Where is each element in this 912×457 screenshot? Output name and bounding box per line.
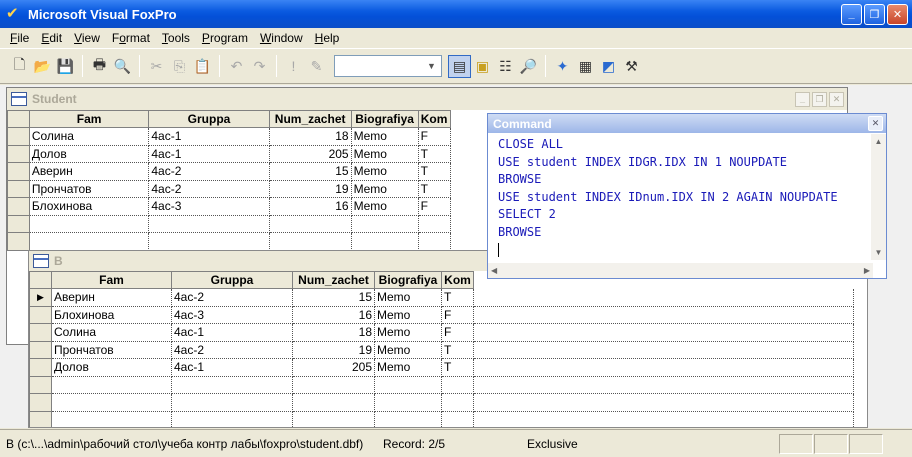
student-window-title: Student [32,92,77,106]
chevron-down-icon[interactable]: ▼ [424,58,439,74]
close-icon[interactable]: ✕ [868,116,883,131]
horizontal-scrollbar[interactable]: ◀ ▶ [488,263,873,278]
command-line: BROWSE [498,224,542,239]
command-window-title-bar[interactable]: Command ✕ [488,114,886,133]
column-header-kom[interactable]: Kom [417,110,451,128]
text-caret [498,243,499,258]
table-row[interactable]: Блохинова 4ас-3 16 Memo F [29,306,854,324]
command-line: BROWSE [498,172,542,187]
menu-tools[interactable]: Tools [156,31,196,45]
menu-view[interactable]: View [68,31,106,45]
command-line: CLOSE ALL [498,137,564,151]
table-row[interactable]: Прончатов 4ас-2 19 Memo T [29,341,854,359]
undo-icon[interactable]: ↶ [225,55,248,78]
status-bar: B (c:\...\admin\рабочий стол\учеба контр… [0,429,912,457]
status-path: B (c:\...\admin\рабочий стол\учеба контр… [6,436,364,451]
status-panel [849,433,883,454]
report-icon[interactable]: ▦ [574,55,597,78]
column-header-gruppa[interactable]: Gruppa [148,110,270,128]
column-header-biografiya[interactable]: Biografiya [350,110,419,128]
column-header-fam[interactable]: Fam [28,110,150,128]
command-line: SELECT 2 [498,207,556,222]
view-window-icon[interactable]: ▣ [471,55,494,78]
command-editor[interactable]: CLOSE ALL USE student INDEX IDGR.IDX IN 1… [498,136,872,258]
paste-icon[interactable]: 📋 [191,55,214,78]
table-row[interactable]: Солина 4ас-1 18 Memo F [29,323,854,342]
command-line: USE student INDEX IDGR.IDX IN 1 NOUPDATE [498,154,787,169]
column-header-num-zachet[interactable]: Num_zachet [292,271,375,289]
status-panel [814,433,848,454]
database-combo[interactable]: ▼ [334,55,442,77]
close-icon[interactable]: ✕ [829,91,844,107]
b-grid[interactable]: Fam Gruppa Num_zachet Biografiya Kom ▶ Ав… [29,271,854,427]
new-file-icon[interactable]: 🗋 [8,55,31,78]
column-header-num-zachet[interactable]: Num_zachet [268,110,352,128]
vertical-scrollbar[interactable]: ▲ ▼ [871,134,886,260]
scroll-left-icon[interactable]: ◀ [491,266,497,275]
main-workspace: Student _ ❐ ✕ Fam Gruppa Num_zachet Biog… [0,85,912,428]
code-window-icon[interactable]: 🔎 [517,55,540,78]
scroll-up-icon[interactable]: ▲ [871,134,886,149]
copy-icon[interactable]: ⎘ [168,55,191,78]
command-line: USE student INDEX IDnum.IDX IN 2 AGAIN N… [498,189,838,204]
column-header-biografiya[interactable]: Biografiya [374,271,442,289]
menu-format[interactable]: Format [106,31,156,45]
minimize-button[interactable]: _ [841,3,862,25]
command-window-title: Command [493,116,552,131]
menu-bar: File Edit View Format Tools Program Wind… [0,28,912,48]
command-window-icon[interactable]: ▤ [448,54,471,78]
table-row[interactable] [29,393,854,412]
column-header-kom[interactable]: Kom [441,271,474,289]
app-title: Microsoft Visual FoxPro [28,6,177,22]
scroll-right-icon[interactable]: ▶ [864,266,870,275]
standard-toolbar: 🗋 📂 💾 🖶 🔍 ✂ ⎘ 📋 ↶ ↷ ! ✎ ▼ ▤ ▣ ☷ 🔎 ✦ ▦ ◩ … [0,48,912,84]
menu-program[interactable]: Program [196,31,254,45]
menu-edit[interactable]: Edit [35,31,68,45]
table-row[interactable]: Долов 4ас-1 205 Memo T [29,358,854,377]
command-window[interactable]: Command ✕ CLOSE ALL USE student INDEX IDG… [487,113,887,279]
status-mode: Exclusive [527,436,578,451]
close-button[interactable]: ✕ [887,3,908,25]
status-panel [779,433,813,454]
table-row[interactable]: ▶ Аверин 4ас-2 15 Memo T [29,288,854,307]
restore-icon[interactable]: ❐ [812,91,827,107]
tools-icon[interactable]: ⚒ [620,55,643,78]
student-window-title-bar[interactable]: Student _ ❐ ✕ [7,88,847,110]
table-row[interactable] [29,411,854,427]
redo-icon[interactable]: ↷ [248,55,271,78]
menu-file[interactable]: File [4,31,35,45]
print-icon[interactable]: 🖶 [88,55,111,78]
table-icon [11,92,27,106]
menu-help[interactable]: Help [309,31,346,45]
modify-form-icon[interactable]: ✎ [305,55,328,78]
table-row[interactable] [29,376,854,394]
status-record: Record: 2/5 [383,436,446,451]
run-icon[interactable]: ! [282,55,305,78]
table-icon [33,254,49,268]
builder-icon[interactable]: ◩ [597,55,620,78]
print-preview-icon[interactable]: 🔍 [111,55,134,78]
form-wizard-icon[interactable]: ✦ [551,55,574,78]
minimize-icon[interactable]: _ [795,91,810,107]
save-icon[interactable]: 💾 [54,55,77,78]
open-folder-icon[interactable]: 📂 [31,55,54,78]
current-record-pointer-icon: ▶ [29,288,52,307]
foxpro-logo-icon: ✔ [6,5,19,22]
column-header-gruppa[interactable]: Gruppa [171,271,293,289]
properties-window-icon[interactable]: ☷ [494,55,517,78]
column-header-fam[interactable]: Fam [51,271,172,289]
scroll-down-icon[interactable]: ▼ [871,245,886,260]
menu-window[interactable]: Window [254,31,309,45]
cut-icon[interactable]: ✂ [145,55,168,78]
app-title-bar[interactable]: ✔ Microsoft Visual FoxPro _ ❐ ✕ [0,0,912,28]
restore-button[interactable]: ❐ [864,3,885,25]
